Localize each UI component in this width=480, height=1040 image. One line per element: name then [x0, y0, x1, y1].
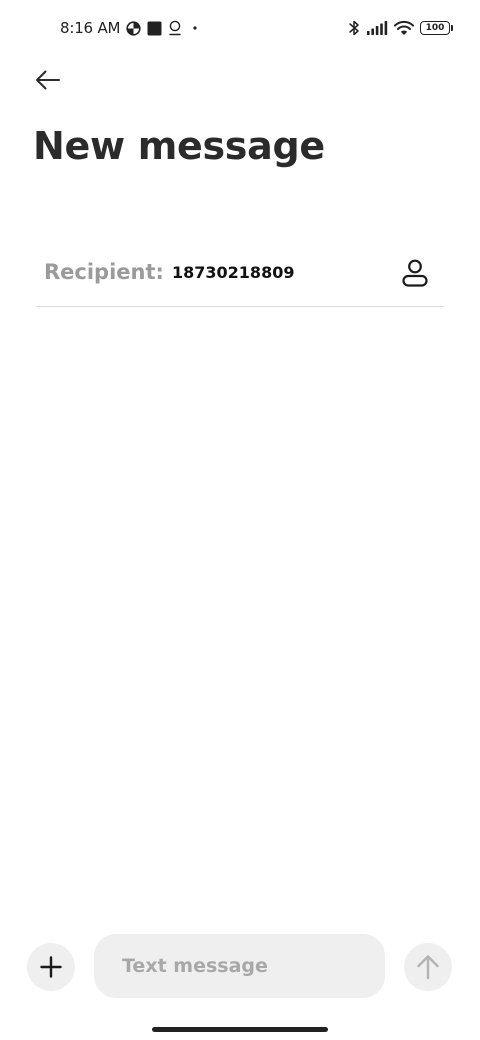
home-indicator[interactable]	[152, 1027, 328, 1032]
back-button[interactable]	[28, 62, 68, 98]
location-badge-icon	[168, 20, 182, 36]
arrow-up-icon	[417, 955, 439, 980]
dot-icon	[188, 21, 202, 35]
status-left: 8:16 AM	[60, 17, 202, 39]
recipient-row: Recipient:	[36, 244, 444, 307]
data-saver-icon	[126, 20, 141, 36]
battery-level: 100	[425, 22, 445, 33]
contact-picker-button[interactable]	[398, 254, 432, 292]
person-icon	[402, 259, 428, 287]
message-input-field	[94, 934, 385, 998]
arrow-left-icon	[36, 70, 60, 90]
message-input[interactable]	[122, 934, 372, 998]
status-right: 100	[348, 17, 453, 39]
signal-icon	[366, 20, 388, 36]
square-notification-icon	[147, 21, 162, 36]
battery-icon: 100	[420, 21, 453, 35]
send-button[interactable]	[404, 943, 452, 991]
status-bar: 8:16 AM 100	[0, 0, 480, 56]
plus-icon	[40, 956, 62, 978]
page-title: New message	[33, 124, 325, 168]
bluetooth-icon	[348, 19, 360, 37]
new-message-screen: 8:16 AM 100 New message Recipient: 18730…	[0, 0, 480, 1040]
recipient-input[interactable]	[172, 263, 382, 282]
wifi-icon	[394, 20, 414, 36]
recipient-label: Recipient:	[44, 260, 164, 284]
status-time: 8:16 AM	[60, 19, 121, 37]
attach-button[interactable]	[27, 943, 75, 991]
